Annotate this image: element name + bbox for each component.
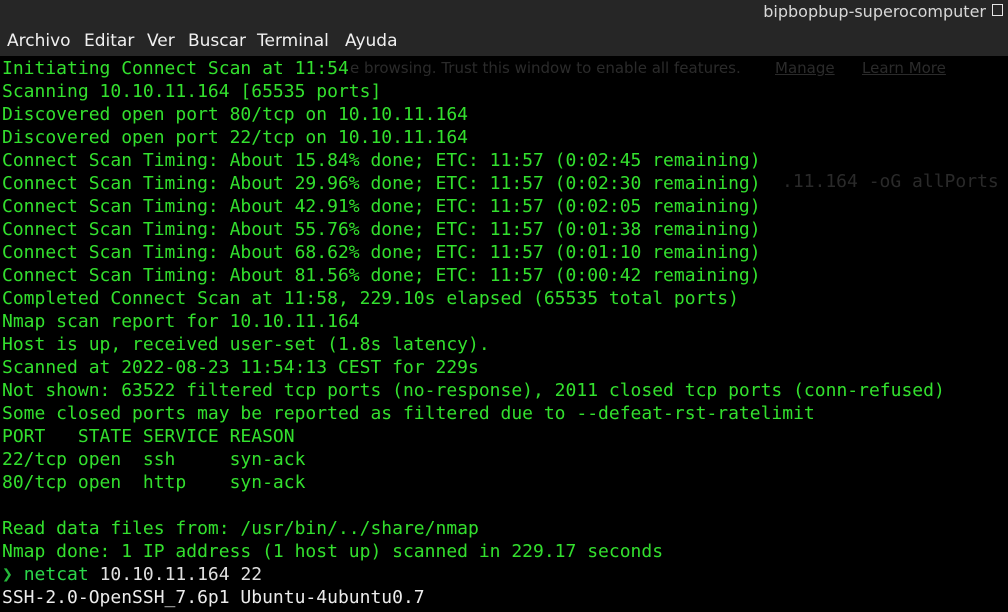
menu-editar[interactable]: Editar <box>84 31 134 51</box>
command-prompt-line: ❯ netcat 10.10.11.164 22 <box>2 563 262 586</box>
terminal-window: bipbopbup-superocomputer Archivo Editar … <box>0 0 1008 612</box>
menu-buscar[interactable]: Buscar <box>188 31 246 51</box>
ghost-infobar-text: e browsing. Trust this window to enable … <box>350 59 741 77</box>
output-line: Initiating Connect Scan at 11:54 <box>2 58 349 79</box>
output-line: Connect Scan Timing: About 81.56% done; … <box>2 265 761 286</box>
output-line: Connect Scan Timing: About 42.91% done; … <box>2 196 761 217</box>
ssh-banner-line: SSH-2.0-OpenSSH_7.6p1 Ubuntu-4ubuntu0.7 <box>2 587 425 608</box>
output-line: Nmap done: 1 IP address (1 host up) scan… <box>2 541 664 562</box>
output-line: Connect Scan Timing: About 55.76% done; … <box>2 219 761 240</box>
output-line: Not shown: 63522 filtered tcp ports (no-… <box>2 380 945 401</box>
output-line: Nmap scan report for 10.10.11.164 <box>2 311 360 332</box>
prompt-command: netcat <box>23 564 89 585</box>
maximize-icon[interactable] <box>992 4 1003 16</box>
prompt-arguments: 10.10.11.164 22 <box>99 564 263 585</box>
output-line: Connect Scan Timing: About 29.96% done; … <box>2 173 761 194</box>
output-line: Scanning 10.10.11.164 [65535 ports] <box>2 81 382 102</box>
output-line: Scanned at 2022-08-23 11:54:13 CEST for … <box>2 357 479 378</box>
output-line: Completed Connect Scan at 11:58, 229.10s… <box>2 288 739 309</box>
output-line: Connect Scan Timing: About 68.62% done; … <box>2 242 761 263</box>
output-line: Host is up, received user-set (1.8s late… <box>2 334 490 355</box>
output-line: Read data files from: /usr/bin/../share/… <box>2 518 479 539</box>
menu-archivo[interactable]: Archivo <box>7 31 71 51</box>
port-table-row: 80/tcp open http syn-ack <box>2 472 306 493</box>
output-line: Discovered open port 80/tcp on 10.10.11.… <box>2 104 468 125</box>
ghost-manage-link: Manage <box>775 59 835 77</box>
menu-ver[interactable]: Ver <box>147 31 175 51</box>
port-table-header: PORT STATE SERVICE REASON <box>2 426 295 447</box>
output-line: Connect Scan Timing: About 15.84% done; … <box>2 150 761 171</box>
prompt-arrow-icon: ❯ <box>2 564 13 585</box>
window-title: bipbopbup-superocomputer <box>763 2 986 21</box>
output-line: Discovered open port 22/tcp on 10.10.11.… <box>2 127 468 148</box>
ghost-learn-more-link: Learn More <box>862 59 946 77</box>
title-bar[interactable]: bipbopbup-superocomputer <box>0 0 1008 28</box>
menu-ayuda[interactable]: Ayuda <box>345 31 398 51</box>
menu-terminal[interactable]: Terminal <box>257 31 329 51</box>
output-line: Some closed ports may be reported as fil… <box>2 403 815 424</box>
terminal-output[interactable]: e browsing. Trust this window to enable … <box>0 56 1008 612</box>
port-table-row: 22/tcp open ssh syn-ack <box>2 449 306 470</box>
ghost-command-fragment: .11.164 -oG allPorts <box>782 171 999 192</box>
menu-bar: Archivo Editar Ver Buscar Terminal Ayuda <box>0 28 1008 56</box>
